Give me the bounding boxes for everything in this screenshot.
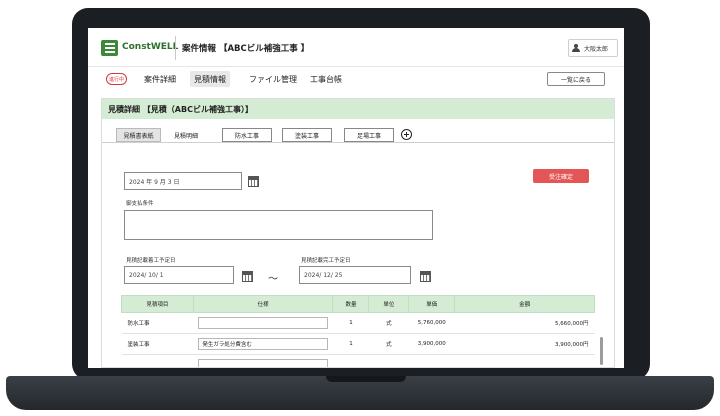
- subtab-waterproofing[interactable]: 防水工事: [222, 128, 272, 142]
- amount-cell: 3,900,000円: [454, 333, 595, 355]
- plus-circle-icon[interactable]: [401, 129, 412, 140]
- section-title: 見積詳細 【見積（ABCビル補強工事）】: [102, 99, 614, 119]
- spec-cell: [193, 354, 333, 367]
- spec-input[interactable]: 発生ガラ処分費含む: [198, 338, 328, 350]
- menu-icon[interactable]: [101, 40, 118, 56]
- range-separator: 〜: [268, 274, 278, 285]
- top-bar: ConstWELL 案件情報 【ABCビル補強工事 】 大阪太郎: [88, 28, 624, 67]
- payment-terms-label: 御支払条件: [126, 201, 154, 207]
- qty-cell: 1: [332, 333, 369, 355]
- subtab-scaffolding[interactable]: 足場工事: [344, 128, 394, 142]
- column-header: 単位: [368, 295, 410, 313]
- table-header-row: 見積項目 仕様 数量 単位 単価 金額: [121, 295, 595, 313]
- qty-cell: 1: [332, 312, 369, 334]
- confirm-order-button[interactable]: 受注確定: [533, 169, 589, 183]
- end-date-label: 見積記載完工予定日: [301, 258, 351, 264]
- app-logo: ConstWELL: [122, 42, 179, 52]
- table-row: [121, 354, 595, 367]
- back-to-list-button[interactable]: 一覧に戻る: [547, 72, 605, 86]
- item-cell: 塗装工事: [121, 333, 194, 355]
- table-scrollbar[interactable]: [600, 337, 603, 365]
- price-cell: 3,900,000: [408, 333, 455, 355]
- tab-construction-ledger[interactable]: 工事台帳: [306, 71, 346, 87]
- table-row: 塗装工事 発生ガラ処分費含む 1 式 3,900,000 3,900,000円: [121, 333, 595, 355]
- unit-cell: 式: [368, 312, 409, 334]
- calendar-icon[interactable]: [248, 175, 259, 187]
- laptop-notch: [326, 376, 406, 382]
- amount-cell: [454, 354, 595, 367]
- table-row: 防水工事 1 式 5,760,000 5,660,000円: [121, 312, 595, 334]
- calendar-icon[interactable]: [242, 270, 253, 282]
- tab-file-management[interactable]: ファイル管理: [245, 71, 301, 87]
- user-menu-button[interactable]: 大阪太郎: [568, 39, 618, 57]
- tab-divider: [102, 142, 614, 143]
- column-header: 仕様: [192, 295, 334, 313]
- price-cell: 5,760,000: [408, 312, 455, 334]
- tab-estimate-info[interactable]: 見積情報: [190, 71, 230, 87]
- laptop-base: [6, 376, 714, 410]
- start-date-label: 見積記載着工予定日: [126, 258, 176, 264]
- spec-input[interactable]: [198, 359, 328, 367]
- price-cell: [408, 354, 455, 367]
- start-date-field[interactable]: 2024/ 10/ 1: [124, 266, 234, 284]
- column-header: 金額: [454, 295, 595, 313]
- column-header: 数量: [332, 295, 370, 313]
- subtab-cover[interactable]: 見積書表紙: [116, 128, 161, 142]
- unit-cell: 式: [368, 333, 409, 355]
- header-divider: [175, 36, 176, 60]
- column-header: 単価: [408, 295, 456, 313]
- page-title: 案件情報 【ABCビル補強工事 】: [182, 44, 310, 54]
- payment-terms-field[interactable]: [124, 210, 433, 240]
- qty-cell: [332, 354, 369, 367]
- spec-cell: [193, 312, 333, 334]
- tab-project-detail[interactable]: 案件詳細: [140, 71, 180, 87]
- amount-cell: 5,660,000円: [454, 312, 595, 334]
- user-icon: [572, 44, 580, 52]
- unit-cell: [368, 354, 409, 367]
- date-field[interactable]: 2024 年 9 月 3 日: [124, 172, 242, 190]
- user-name: 大阪太郎: [584, 45, 609, 53]
- main-nav: 進行中 案件詳細 見積情報 ファイル管理 工事台帳 一覧に戻る: [88, 67, 624, 91]
- calendar-icon[interactable]: [420, 270, 431, 282]
- item-cell: [121, 354, 194, 367]
- estimate-table: 見積項目 仕様 数量 単位 単価 金額 防水工事 1 式 5,760,000 5…: [121, 295, 595, 367]
- column-header: 見積項目: [121, 295, 194, 313]
- spec-cell: 発生ガラ処分費含む: [193, 333, 333, 355]
- spec-input[interactable]: [198, 317, 328, 329]
- end-date-field[interactable]: 2024/ 12/ 25: [299, 266, 411, 284]
- estimate-detail-panel: 見積詳細 【見積（ABCビル補強工事）】 見積書表紙 見積明細 防水工事 塗装工…: [101, 98, 615, 368]
- status-badge: 進行中: [106, 73, 127, 85]
- item-cell: 防水工事: [121, 312, 194, 334]
- subtab-painting[interactable]: 塗装工事: [282, 128, 332, 142]
- app-screen: ConstWELL 案件情報 【ABCビル補強工事 】 大阪太郎 進行中 案件詳…: [88, 28, 624, 368]
- subtab-details[interactable]: 見積明細: [165, 128, 207, 142]
